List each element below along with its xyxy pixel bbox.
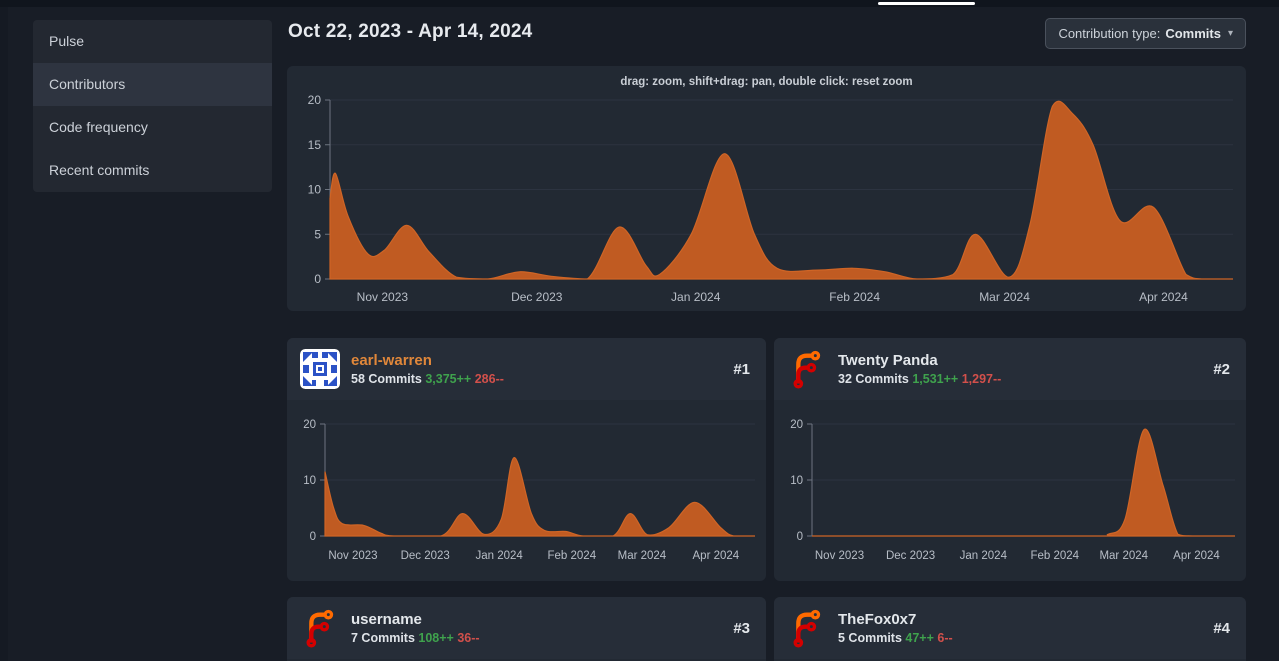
svg-text:10: 10 (303, 475, 316, 487)
svg-text:Jan 2024: Jan 2024 (671, 290, 721, 304)
contributor-stats: 32 Commits 1,531++ 1,297-- (838, 372, 1202, 386)
commit-count: 7 Commits (351, 631, 415, 645)
svg-text:Dec 2023: Dec 2023 (401, 550, 450, 562)
deletions-count: 36-- (457, 631, 479, 645)
commit-count: 58 Commits (351, 372, 422, 386)
contributor-name-link[interactable]: earl-warren (351, 352, 722, 369)
chevron-down-icon: ▾ (1228, 28, 1233, 39)
svg-text:Jan 2024: Jan 2024 (475, 550, 523, 562)
svg-text:5: 5 (314, 227, 321, 241)
contributor-name[interactable]: username (351, 611, 722, 628)
contributor-rank-badge: #3 (733, 620, 750, 637)
contributor-name[interactable]: Twenty Panda (838, 352, 1202, 369)
contributor-name[interactable]: TheFox0x7 (838, 611, 1202, 628)
sidebar-item-recent-commits[interactable]: Recent commits (33, 149, 272, 192)
svg-text:Dec 2023: Dec 2023 (886, 550, 935, 562)
svg-text:Nov 2023: Nov 2023 (357, 290, 409, 304)
contributor-card-2-header: Twenty Panda 32 Commits 1,531++ 1,297-- … (774, 338, 1246, 400)
forgejo-logo-avatar[interactable] (787, 608, 827, 648)
deletions-count: 1,297-- (962, 372, 1002, 386)
activity-sidebar: Pulse Contributors Code frequency Recent… (33, 20, 272, 192)
contributor-card-1: earl-warren 58 Commits 3,375++ 286-- #1 … (287, 338, 766, 581)
svg-text:Feb 2024: Feb 2024 (829, 290, 880, 304)
commit-count: 5 Commits (838, 631, 902, 645)
contributor-identity: TheFox0x7 5 Commits 47++ 6-- (838, 611, 1202, 645)
svg-text:Mar 2024: Mar 2024 (618, 550, 667, 562)
svg-text:10: 10 (308, 183, 322, 197)
contributor-stats: 7 Commits 108++ 36-- (351, 631, 722, 645)
forgejo-logo-avatar[interactable] (787, 349, 827, 389)
contributor-card-3: username 7 Commits 108++ 36-- #3 (287, 597, 766, 661)
svg-text:20: 20 (790, 419, 803, 431)
svg-text:20: 20 (308, 93, 322, 107)
contributor-identity: earl-warren 58 Commits 3,375++ 286-- (351, 352, 722, 386)
commit-count: 32 Commits (838, 372, 909, 386)
svg-text:Apr 2024: Apr 2024 (693, 550, 740, 562)
additions-count: 3,375++ (425, 372, 471, 386)
contributor-rank-badge: #2 (1213, 361, 1230, 378)
svg-text:Mar 2024: Mar 2024 (1099, 550, 1148, 562)
svg-text:Apr 2024: Apr 2024 (1139, 290, 1188, 304)
contributor-identity: username 7 Commits 108++ 36-- (351, 611, 722, 645)
contribution-type-dropdown[interactable]: Contribution type: Commits ▾ (1045, 18, 1246, 49)
svg-text:Feb 2024: Feb 2024 (548, 550, 597, 562)
deletions-count: 6-- (937, 631, 952, 645)
svg-text:0: 0 (797, 531, 803, 543)
contribution-type-label: Contribution type: (1058, 26, 1160, 41)
additions-count: 108++ (418, 631, 453, 645)
top-nav-edge (0, 0, 1279, 7)
earl-warren-identicon-avatar[interactable] (300, 349, 340, 389)
contribution-type-value: Commits (1165, 26, 1221, 41)
contributor-rank-badge: #1 (733, 361, 750, 378)
svg-text:Dec 2023: Dec 2023 (511, 290, 563, 304)
svg-text:Apr 2024: Apr 2024 (1173, 550, 1220, 562)
contributor-card-4-header: TheFox0x7 5 Commits 47++ 6-- #4 (774, 597, 1246, 659)
svg-text:15: 15 (308, 138, 322, 152)
svg-text:Feb 2024: Feb 2024 (1030, 550, 1079, 562)
contributor-stats: 5 Commits 47++ 6-- (838, 631, 1202, 645)
svg-text:Mar 2024: Mar 2024 (979, 290, 1030, 304)
contributor-card-2: Twenty Panda 32 Commits 1,531++ 1,297-- … (774, 338, 1246, 581)
svg-text:Nov 2023: Nov 2023 (328, 550, 377, 562)
overall-commits-chart-panel: drag: zoom, shift+drag: pan, double clic… (287, 66, 1246, 311)
sidebar-item-contributors[interactable]: Contributors (33, 63, 272, 106)
deletions-count: 286-- (475, 372, 504, 386)
chart-zoom-hint: drag: zoom, shift+drag: pan, double clic… (287, 76, 1246, 88)
svg-text:Jan 2024: Jan 2024 (960, 550, 1008, 562)
additions-count: 1,531++ (912, 372, 958, 386)
active-tab-underline (878, 2, 975, 5)
forgejo-logo-avatar[interactable] (300, 608, 340, 648)
overall-commits-chart[interactable]: 0 5 10 15 20 Nov 2023 Dec 2023 Jan 2024 Feb 2024… (287, 66, 1246, 311)
contributor-card-4: TheFox0x7 5 Commits 47++ 6-- #4 (774, 597, 1246, 661)
svg-text:0: 0 (310, 531, 316, 543)
twenty-panda-commits-chart[interactable]: 0 10 20 Nov 2023 Dec 2023 Jan 2024 Feb 2024 Mar… (774, 400, 1246, 581)
svg-text:20: 20 (303, 419, 316, 431)
svg-text:10: 10 (790, 475, 803, 487)
contributor-stats: 58 Commits 3,375++ 286-- (351, 372, 722, 386)
contributor-card-1-header: earl-warren 58 Commits 3,375++ 286-- #1 (287, 338, 766, 400)
svg-text:Nov 2023: Nov 2023 (815, 550, 864, 562)
sidebar-item-code-frequency[interactable]: Code frequency (33, 106, 272, 149)
contributor-rank-badge: #4 (1213, 620, 1230, 637)
contributor-identity: Twenty Panda 32 Commits 1,531++ 1,297-- (838, 352, 1202, 386)
svg-text:0: 0 (314, 272, 321, 286)
sidebar-item-pulse[interactable]: Pulse (33, 20, 272, 63)
contributor-card-3-header: username 7 Commits 108++ 36-- #3 (287, 597, 766, 659)
earl-warren-commits-chart[interactable]: 0 10 20 Nov 2023 Dec 2023 Jan 2024 Feb 2024 Mar… (287, 400, 766, 581)
page-left-edge (0, 7, 8, 661)
date-range-heading: Oct 22, 2023 - Apr 14, 2024 (288, 21, 532, 43)
additions-count: 47++ (905, 631, 934, 645)
